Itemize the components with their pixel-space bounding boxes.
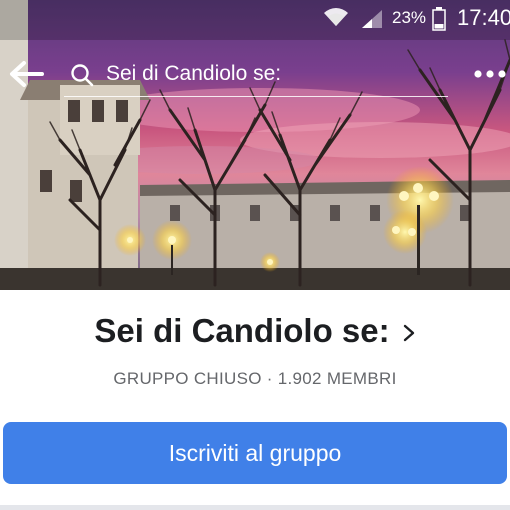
join-group-button[interactable]: Iscriviti al gruppo [3, 422, 507, 484]
group-meta: GRUPPO CHIUSO · 1.902 MEMBRI [113, 369, 397, 388]
battery-percent: 23% [392, 8, 427, 27]
search-icon [70, 63, 94, 92]
group-cover-photo[interactable] [0, 0, 510, 290]
arrow-left-icon[interactable] [6, 60, 46, 88]
wifi-icon [322, 6, 350, 33]
battery-icon [432, 7, 446, 36]
search-input[interactable]: Sei di Candiolo se: [64, 54, 448, 97]
chevron-right-icon[interactable] [402, 323, 416, 348]
more-horizontal-icon[interactable] [470, 64, 510, 84]
status-bar: 23% 17:40 [0, 0, 510, 36]
search-text: Sei di Candiolo se: [106, 62, 282, 85]
status-time: 17:40 [457, 5, 510, 30]
section-divider [0, 505, 510, 510]
group-title-row[interactable]: Sei di Candiolo se: [0, 312, 510, 350]
cell-signal-icon [360, 8, 384, 35]
group-title[interactable]: Sei di Candiolo se: [94, 312, 389, 349]
